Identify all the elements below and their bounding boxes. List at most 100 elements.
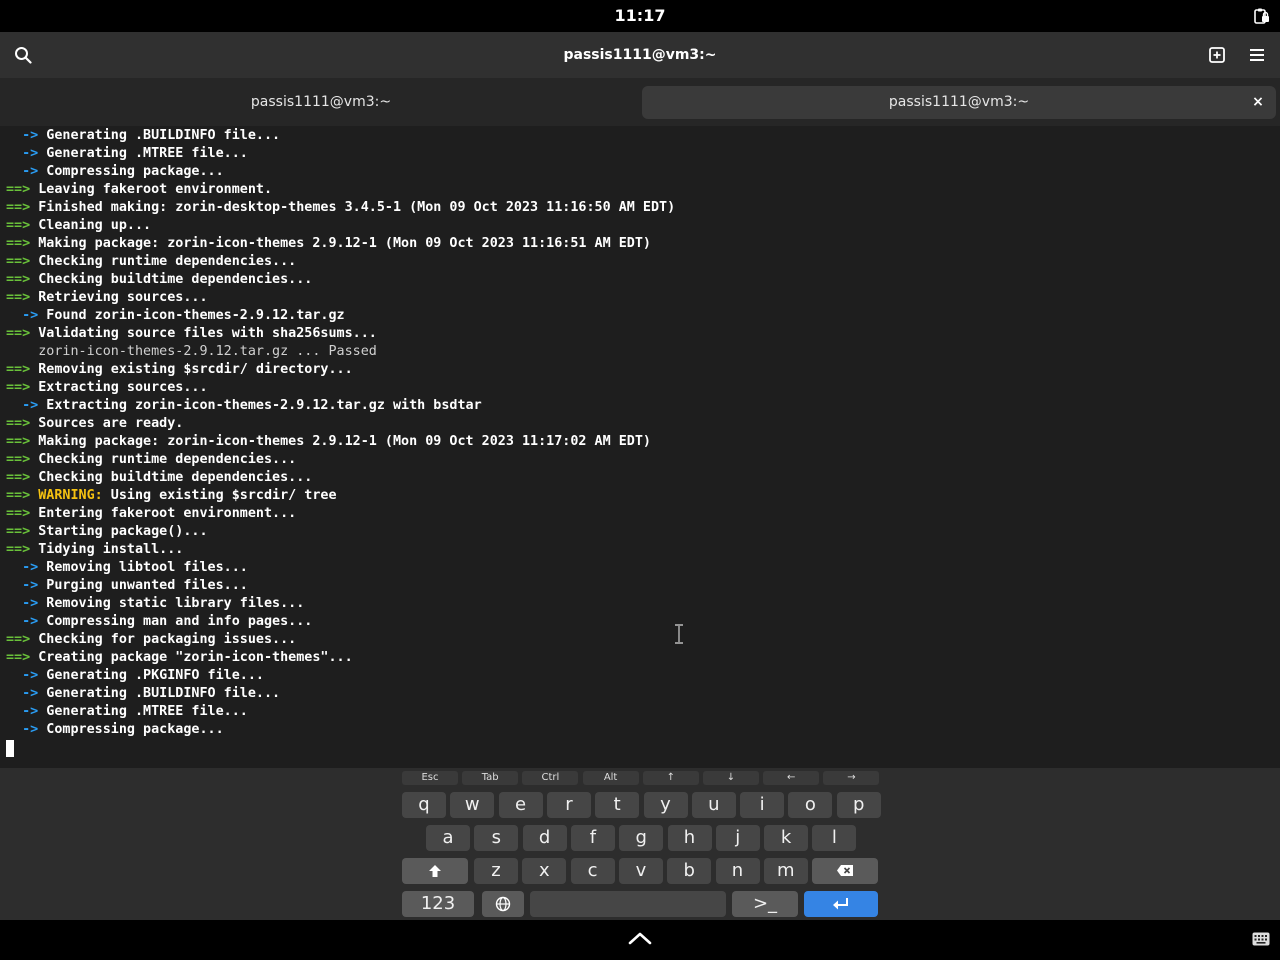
terminal-line: -> Generating .BUILDINFO file... [6,685,1280,703]
key-r[interactable]: r [546,792,591,818]
extra-key[interactable]: ← [763,771,820,785]
terminal-line: ==> Checking buildtime dependencies... [6,469,1280,487]
globe-icon [495,896,511,912]
terminal-mode-key[interactable]: >_ [732,891,798,917]
key-t[interactable]: t [595,792,640,818]
line-text: Validating source files with sha256sums.… [30,326,377,341]
key-a[interactable]: a [426,825,470,851]
key-k[interactable]: k [764,825,809,851]
line-text: Compressing man and info pages... [38,614,313,629]
line-prefix: -> [6,578,39,593]
terminal-line: -> Generating .MTREE file... [6,145,1280,163]
key-c[interactable]: c [570,858,615,884]
terminal-output[interactable]: -> Generating .BUILDINFO file... -> Gene… [0,126,1280,768]
extra-key[interactable]: ↑ [642,771,699,785]
line-text: Generating .MTREE file... [38,704,248,719]
key-v[interactable]: v [618,858,663,884]
line-prefix: ==> [6,290,31,305]
line-text: Cleaning up... [30,218,152,233]
terminal-line: ==> Making package: zorin-icon-themes 2.… [6,433,1280,451]
terminal-line: ==> Checking runtime dependencies... [6,451,1280,469]
extra-key[interactable]: → [823,771,880,785]
line-text: Tidying install... [30,542,184,557]
key-i[interactable]: i [740,792,785,818]
line-text: Finished making: zorin-desktop-themes 3.… [30,200,676,215]
chevron-up-icon[interactable] [628,930,652,946]
terminal-line: -> Generating .MTREE file... [6,703,1280,721]
backspace-icon [837,865,853,876]
key-d[interactable]: d [522,825,567,851]
key-n[interactable]: n [715,858,760,884]
line-text: Removing libtool files... [38,560,248,575]
shift-key[interactable] [402,858,468,884]
line-text: Checking runtime dependencies... [30,452,297,467]
line-text: Generating .BUILDINFO file... [38,128,281,143]
line-prefix: -> [6,614,39,629]
key-y[interactable]: y [643,792,688,818]
terminal-line: -> Extracting zorin-icon-themes-2.9.12.t… [6,397,1280,415]
line-prefix: ==> [6,434,31,449]
key-g[interactable]: g [619,825,664,851]
line-prefix: ==> [6,218,31,233]
key-l[interactable]: l [812,825,857,851]
key-u[interactable]: u [691,792,736,818]
line-prefix: ==> [6,470,31,485]
terminal-line: zorin-icon-themes-2.9.12.tar.gz ... Pass… [6,343,1280,361]
key-j[interactable]: j [715,825,760,851]
key-s[interactable]: s [474,825,519,851]
line-prefix: ==> [6,488,31,503]
key-x[interactable]: x [522,858,567,884]
line-text: Leaving fakeroot environment. [30,182,273,197]
key-f[interactable]: f [570,825,615,851]
key-q[interactable]: q [402,792,446,818]
terminal-line: ==> Finished making: zorin-desktop-theme… [6,199,1280,217]
terminal-line: ==> Checking for packaging issues... [6,631,1280,649]
key-b[interactable]: b [667,858,712,884]
numbers-key[interactable]: 123 [402,891,474,917]
terminal-line: ==> Removing existing $srcdir/ directory… [6,361,1280,379]
header-bar: passis1111@vm3:~ [0,32,1280,78]
clock[interactable]: 11:17 [0,0,1280,32]
line-prefix: ==> [6,254,31,269]
line-prefix: -> [6,398,39,413]
line-prefix: ==> [6,236,31,251]
line-text: Extracting sources... [30,380,208,395]
line-text: Retrieving sources... [30,290,208,305]
line-text: Generating .BUILDINFO file... [38,686,281,701]
close-tab-icon[interactable]: × [1248,86,1268,119]
extra-key[interactable]: Esc [402,771,458,785]
line-prefix: ==> [6,506,31,521]
extra-key[interactable]: Alt [582,771,639,785]
backspace-key[interactable] [812,858,878,884]
tab-terminal-2-active[interactable]: passis1111@vm3:~ × [642,86,1276,119]
line-prefix: ==> [6,542,31,557]
key-p[interactable]: p [836,792,881,818]
key-h[interactable]: h [667,825,712,851]
key-e[interactable]: e [498,792,543,818]
extra-key[interactable]: ↓ [703,771,759,785]
tab-terminal-1[interactable]: passis1111@vm3:~ [4,86,638,119]
key-o[interactable]: o [788,792,833,818]
line-text: Making package: zorin-icon-themes 2.9.12… [30,236,651,251]
line-text: Purging unwanted files... [38,578,248,593]
terminal-line: -> Removing static library files... [6,595,1280,613]
extra-key[interactable]: Tab [462,771,519,785]
main-menu-button[interactable] [1242,40,1272,70]
key-m[interactable]: m [763,858,808,884]
space-key[interactable] [530,891,726,917]
extra-key[interactable]: Ctrl [522,771,579,785]
line-prefix: ==> [6,272,31,287]
terminal-line: ==> Extracting sources... [6,379,1280,397]
line-text: Removing static library files... [38,596,305,611]
shift-arrow-icon [429,865,441,877]
keyboard-icon[interactable] [1252,932,1270,946]
clipboard-lock-icon[interactable] [1254,8,1270,24]
terminal-line: -> Removing libtool files... [6,559,1280,577]
new-tab-button[interactable] [1202,40,1232,70]
language-key[interactable] [482,891,524,917]
terminal-cursor [6,740,14,757]
line-text: Checking for packaging issues... [30,632,297,647]
enter-key[interactable] [804,891,878,917]
key-w[interactable]: w [450,792,495,818]
key-z[interactable]: z [474,858,518,884]
